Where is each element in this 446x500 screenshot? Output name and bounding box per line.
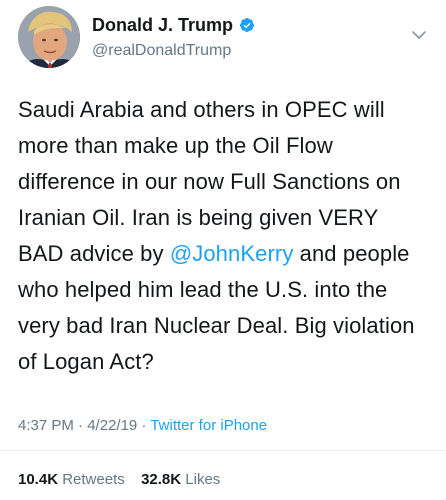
tweet-date[interactable]: 4/22/19 — [87, 417, 137, 434]
meta-separator: · — [78, 417, 84, 434]
tweet-source-link[interactable]: Twitter for iPhone — [150, 417, 267, 434]
tweet-time[interactable]: 4:37 PM — [18, 417, 74, 434]
retweets-label[interactable]: Retweets — [62, 471, 125, 488]
avatar[interactable] — [18, 6, 80, 68]
profile-photo — [18, 6, 80, 68]
mention-link[interactable]: @JohnKerry — [170, 241, 294, 266]
chevron-down-icon[interactable] — [410, 26, 428, 44]
meta-separator: · — [141, 417, 147, 434]
likes-count[interactable]: 32.8K — [141, 471, 181, 488]
user-handle[interactable]: @realDonaldTrump — [92, 41, 231, 61]
likes-label[interactable]: Likes — [185, 471, 220, 488]
tweet-text: Saudi Arabia and others in OPEC will mor… — [18, 92, 428, 380]
retweets-count[interactable]: 10.4K — [18, 471, 58, 488]
divider — [0, 450, 446, 451]
verified-badge-icon — [239, 17, 255, 33]
tweet-stats: 10.4K Retweets 32.8K Likes — [18, 470, 220, 490]
display-name[interactable]: Donald J. Trump — [92, 14, 233, 36]
tweet-meta: 4:37 PM · 4/22/19 · Twitter for iPhone — [18, 416, 267, 436]
user-name-row: Donald J. Trump — [92, 14, 255, 36]
tweet-card: Donald J. Trump @realDonaldTrump Saudi A… — [0, 0, 446, 500]
